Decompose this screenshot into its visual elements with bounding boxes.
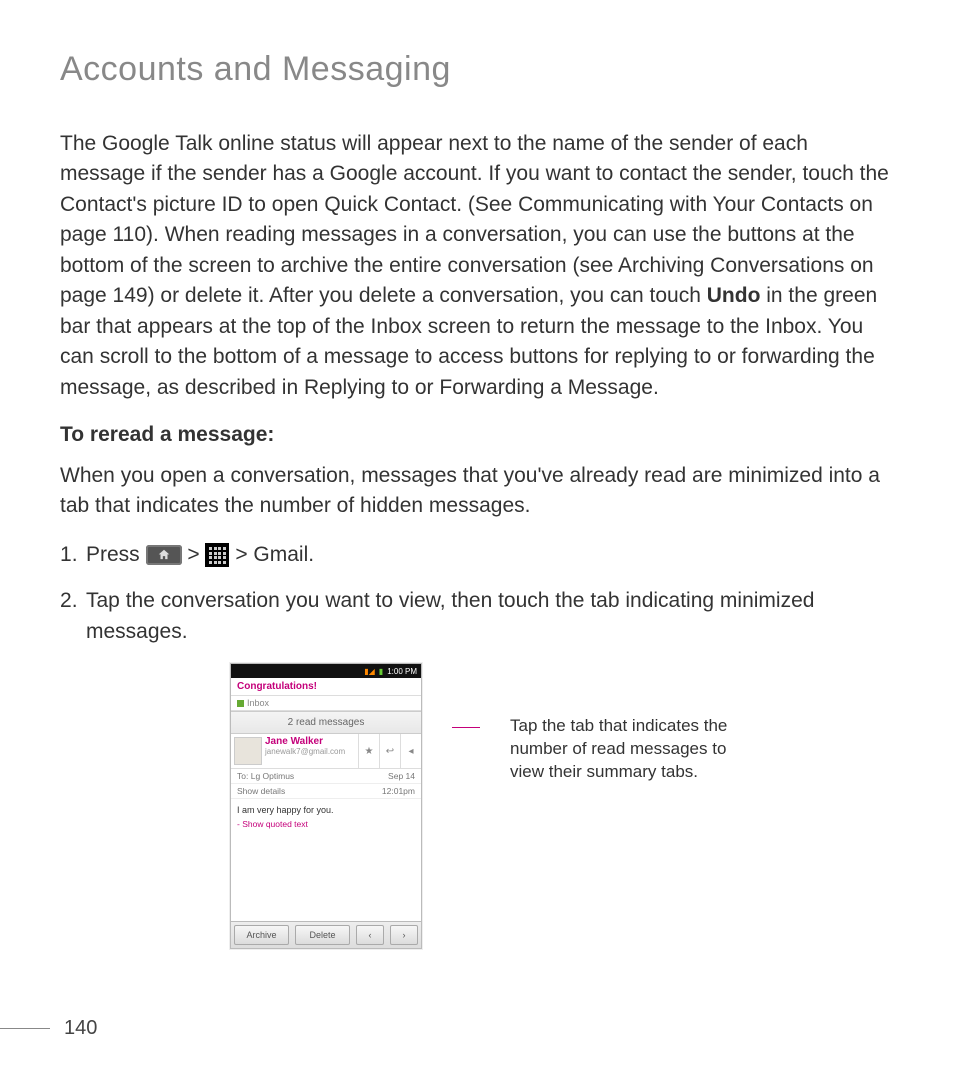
sender-info: Jane Walker janewalk7@gmail.com	[265, 734, 358, 768]
step1-sep1: >	[187, 543, 205, 566]
status-bar: ▮◢ ▮ 1:00 PM	[231, 664, 421, 678]
show-details[interactable]: Show details	[237, 786, 285, 796]
to-label: To:	[237, 771, 248, 781]
meta-row-1: To: Lg Optimus Sep 14	[231, 769, 421, 784]
step1-sep2: >	[235, 543, 253, 566]
step1-end: .	[308, 543, 314, 566]
subject-bar: Congratulations!	[231, 678, 421, 696]
reread-intro: When you open a conversation, messages t…	[60, 461, 894, 522]
callout-line	[452, 727, 480, 728]
page-number: 140	[64, 1017, 97, 1040]
intro-text-a: The Google Talk online status will appea…	[60, 132, 889, 307]
signal-icon: ▮◢	[364, 667, 375, 676]
undo-bold: Undo	[707, 284, 761, 307]
body-text: I am very happy for you.	[237, 805, 415, 815]
page-number-wrap: 140	[0, 1017, 97, 1040]
archive-button[interactable]: Archive	[234, 925, 289, 945]
page-number-rule	[0, 1028, 50, 1029]
page-title: Accounts and Messaging	[60, 50, 894, 89]
show-quoted[interactable]: - Show quoted text	[237, 819, 415, 829]
label-text: Inbox	[247, 698, 269, 708]
delete-button[interactable]: Delete	[295, 925, 350, 945]
sender-block: Jane Walker janewalk7@gmail.com ★ ↩ ◂	[231, 734, 421, 769]
msg-date: Sep 14	[388, 771, 415, 781]
battery-icon: ▮	[379, 667, 383, 676]
sender-email: janewalk7@gmail.com	[265, 747, 358, 756]
intro-paragraph: The Google Talk online status will appea…	[60, 129, 894, 403]
sender-actions: ★ ↩ ◂	[358, 734, 421, 768]
bottom-bar: Archive Delete ‹ ›	[231, 921, 421, 948]
callout-text: Tap the tab that indicates the number of…	[510, 715, 760, 784]
apps-grid-icon	[205, 543, 229, 567]
avatar[interactable]	[234, 737, 262, 765]
step1-text-a: Press	[86, 543, 146, 566]
status-time: 1:00 PM	[387, 667, 417, 676]
phone-screenshot: ▮◢ ▮ 1:00 PM Congratulations! Inbox 2 re…	[230, 663, 422, 949]
read-messages-tab[interactable]: 2 read messages	[231, 711, 421, 734]
reread-subhead: To reread a message:	[60, 423, 894, 447]
more-icon[interactable]: ◂	[400, 734, 421, 768]
figure-row: ▮◢ ▮ 1:00 PM Congratulations! Inbox 2 re…	[230, 663, 894, 949]
reply-icon[interactable]: ↩	[379, 734, 400, 768]
steps-list: Press > > Gmail. Tap the conversation yo…	[60, 540, 894, 647]
step-2: Tap the conversation you want to view, t…	[60, 586, 894, 647]
to-value: Lg Optimus	[251, 771, 294, 781]
prev-button[interactable]: ‹	[356, 925, 384, 945]
step-1: Press > > Gmail.	[60, 540, 894, 570]
label-tag-icon	[237, 700, 244, 707]
gmail-bold: Gmail	[253, 543, 308, 566]
star-icon[interactable]: ★	[358, 734, 379, 768]
sender-name: Jane Walker	[265, 736, 358, 747]
label-row: Inbox	[231, 696, 421, 711]
home-key-icon	[146, 545, 182, 565]
next-button[interactable]: ›	[390, 925, 418, 945]
meta-row-2: Show details 12:01pm	[231, 784, 421, 799]
message-body: I am very happy for you. - Show quoted t…	[231, 799, 421, 921]
msg-time: 12:01pm	[382, 786, 415, 796]
